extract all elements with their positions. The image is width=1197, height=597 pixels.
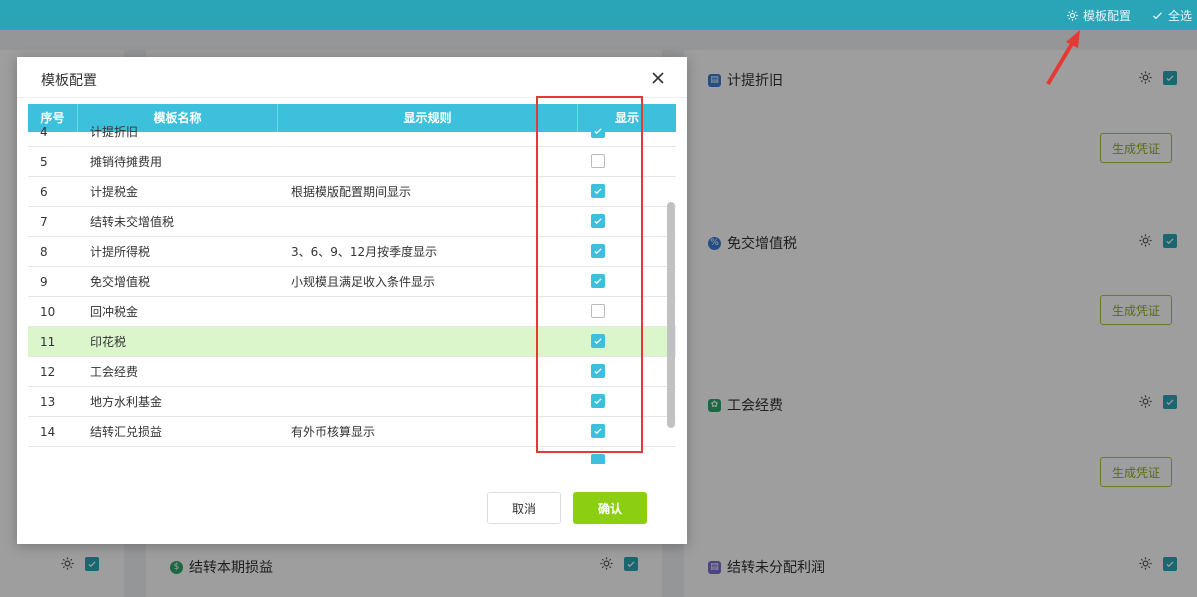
- row-index: 13: [40, 395, 56, 409]
- dialog-title: 模板配置: [41, 73, 97, 89]
- row-display-rule: 根据模版配置期间显示: [291, 185, 412, 199]
- row-index: 12: [40, 365, 56, 379]
- row-template-name: 结转汇兑损益: [90, 425, 163, 439]
- top-bar: 模板配置 全选: [0, 0, 1197, 30]
- show-checkbox[interactable]: [591, 454, 605, 464]
- row-template-name: 摊销待摊费用: [90, 155, 163, 169]
- confirm-button[interactable]: 确认: [573, 492, 647, 524]
- row-template-name: 工会经费: [90, 365, 139, 379]
- row-template-name: 计提税金: [90, 185, 139, 199]
- row-index: 6: [40, 185, 48, 199]
- close-icon[interactable]: [651, 71, 665, 85]
- arrow-annotation: [1046, 30, 1080, 86]
- template-config-label: 模板配置: [1083, 9, 1132, 23]
- row-template-name: 计提所得税: [90, 245, 151, 259]
- row-index: 7: [40, 215, 48, 229]
- check-icon: [1152, 12, 1163, 20]
- table-scrollbar[interactable]: [667, 202, 675, 428]
- row-template-name: 地方水利基金: [90, 395, 163, 409]
- select-all-button[interactable]: 全选: [1151, 7, 1192, 24]
- row-display-rule: 3、6、9、12月按季度显示: [291, 245, 438, 259]
- select-all-label: 全选: [1168, 9, 1193, 23]
- template-config-button[interactable]: 模板配置: [1066, 7, 1131, 24]
- row-index: 10: [40, 305, 56, 319]
- row-template-name: 免交增值税: [90, 275, 151, 289]
- row-display-rule: 小规模且满足收入条件显示: [291, 275, 436, 289]
- row-display-rule: 有外币核算显示: [291, 425, 376, 439]
- row-template-name: 计提折旧: [90, 125, 139, 139]
- row-index: 11: [40, 335, 56, 349]
- gear-icon: [1067, 10, 1078, 21]
- row-template-name: 回冲税金: [90, 305, 139, 319]
- cancel-button[interactable]: 取消: [487, 492, 561, 524]
- row-index: 8: [40, 245, 48, 259]
- row-index: 9: [40, 275, 48, 289]
- row-template-name: 结转未交增值税: [90, 215, 175, 229]
- row-index: 5: [40, 155, 48, 169]
- row-template-name: 印花税: [90, 335, 127, 349]
- annotation-highlight-box: [536, 96, 643, 453]
- row-index: 4: [40, 125, 48, 139]
- row-index: 14: [40, 425, 56, 439]
